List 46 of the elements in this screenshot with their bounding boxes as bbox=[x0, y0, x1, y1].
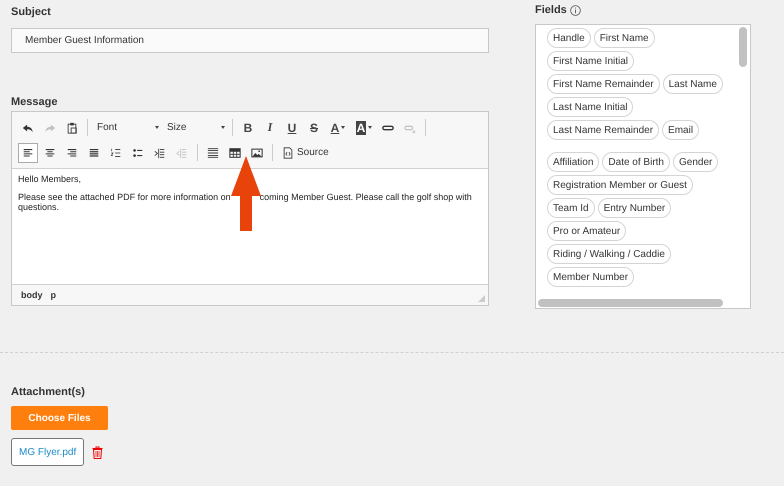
message-label: Message bbox=[11, 95, 58, 110]
underline-button[interactable]: U bbox=[282, 118, 302, 138]
font-dropdown[interactable]: Font bbox=[93, 118, 163, 138]
field-chip[interactable]: Registration Member or Guest bbox=[547, 175, 693, 195]
subject-field[interactable]: Member Guest Information bbox=[11, 28, 489, 53]
scrollbar-thumb[interactable] bbox=[538, 299, 723, 307]
field-chip[interactable]: Date of Birth bbox=[602, 152, 670, 172]
field-chip[interactable]: Gender bbox=[673, 152, 718, 172]
field-chip[interactable]: First Name Initial bbox=[547, 51, 634, 71]
rich-text-editor[interactable]: Font Size B I U S A A Source Hello Members, Please see the attached PDF for more information on coming Member Guest. Please call the golf shop with questions. body p bbox=[11, 111, 489, 306]
element-path-item[interactable]: p bbox=[50, 290, 56, 300]
strikethrough-button[interactable]: S bbox=[304, 118, 324, 138]
field-chip[interactable]: Member Number bbox=[547, 267, 634, 287]
message-text: questions. bbox=[18, 202, 60, 212]
attachment-file-link[interactable]: MG Flyer.pdf bbox=[11, 438, 84, 466]
background-color-button[interactable]: A bbox=[352, 118, 376, 138]
field-chip[interactable]: Affiliation bbox=[547, 152, 600, 172]
field-chip[interactable]: Pro or Amateur bbox=[547, 221, 626, 241]
italic-button[interactable]: I bbox=[260, 118, 280, 138]
element-path-item[interactable]: body bbox=[21, 290, 42, 300]
message-text: Hello Members, bbox=[18, 174, 82, 184]
size-dropdown[interactable]: Size bbox=[163, 118, 229, 138]
field-chip[interactable]: Last Name Remainder bbox=[547, 120, 660, 140]
subject-label: Subject bbox=[11, 5, 52, 20]
bold-button[interactable]: B bbox=[238, 118, 258, 138]
field-chip[interactable]: Handle bbox=[547, 28, 591, 48]
field-chip[interactable]: Team Id bbox=[547, 198, 595, 218]
scrollbar-thumb[interactable] bbox=[739, 27, 747, 67]
field-chip[interactable]: First Name bbox=[594, 28, 655, 48]
message-text: Please see the attached PDF for more information on bbox=[18, 192, 231, 202]
attachments-label: Attachment(s) bbox=[11, 385, 86, 400]
field-chip[interactable]: Riding / Walking / Caddie bbox=[547, 244, 671, 264]
source-button[interactable]: Source bbox=[278, 142, 333, 162]
document-code-icon bbox=[282, 146, 294, 158]
fields-label: Fields bbox=[535, 4, 567, 16]
field-chip[interactable]: First Name Remainder bbox=[547, 74, 660, 94]
info-icon[interactable] bbox=[570, 4, 581, 16]
text-color-button[interactable]: A bbox=[326, 118, 350, 138]
field-chip[interactable]: Last Name Initial bbox=[547, 97, 634, 117]
field-chip[interactable]: Entry Number bbox=[598, 198, 672, 218]
message-text: coming Member Guest. Please call the golf shop with bbox=[260, 192, 472, 202]
field-chip[interactable]: Last Name bbox=[662, 74, 723, 94]
resize-grip-icon[interactable] bbox=[478, 295, 485, 302]
field-chip[interactable]: Email bbox=[662, 120, 700, 140]
trash-icon[interactable] bbox=[92, 446, 104, 458]
align-left-icon[interactable] bbox=[18, 142, 38, 162]
